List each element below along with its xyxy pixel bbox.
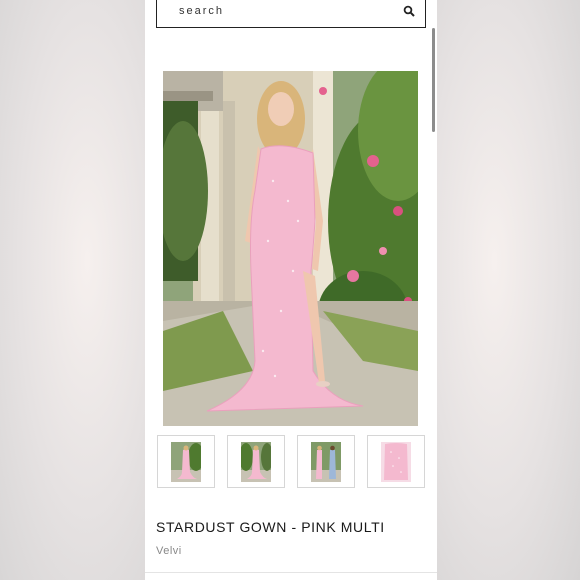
thumbnail-image [311,441,341,482]
product-brand[interactable]: Velvi [156,545,182,557]
search-bar[interactable]: search [156,0,426,28]
background-left [0,0,145,580]
thumbnail-strip [157,435,425,488]
scrollbar[interactable] [432,28,435,132]
product-page: search STARDUST GOWN - PINK MULTI Velvi [145,0,437,580]
thumbnail-3[interactable] [297,435,355,488]
background-right [437,0,580,580]
thumbnail-image [381,441,411,482]
search-icon[interactable] [403,5,415,17]
thumbnail-1[interactable] [157,435,215,488]
divider [145,572,437,573]
thumbnail-2[interactable] [227,435,285,488]
thumbnail-image [171,441,201,482]
thumbnail-image [241,441,271,482]
search-input[interactable]: search [179,5,224,17]
product-title: STARDUST GOWN - PINK MULTI [156,519,385,535]
product-photo [163,71,418,426]
thumbnail-4[interactable] [367,435,425,488]
product-main-image[interactable] [163,71,418,426]
